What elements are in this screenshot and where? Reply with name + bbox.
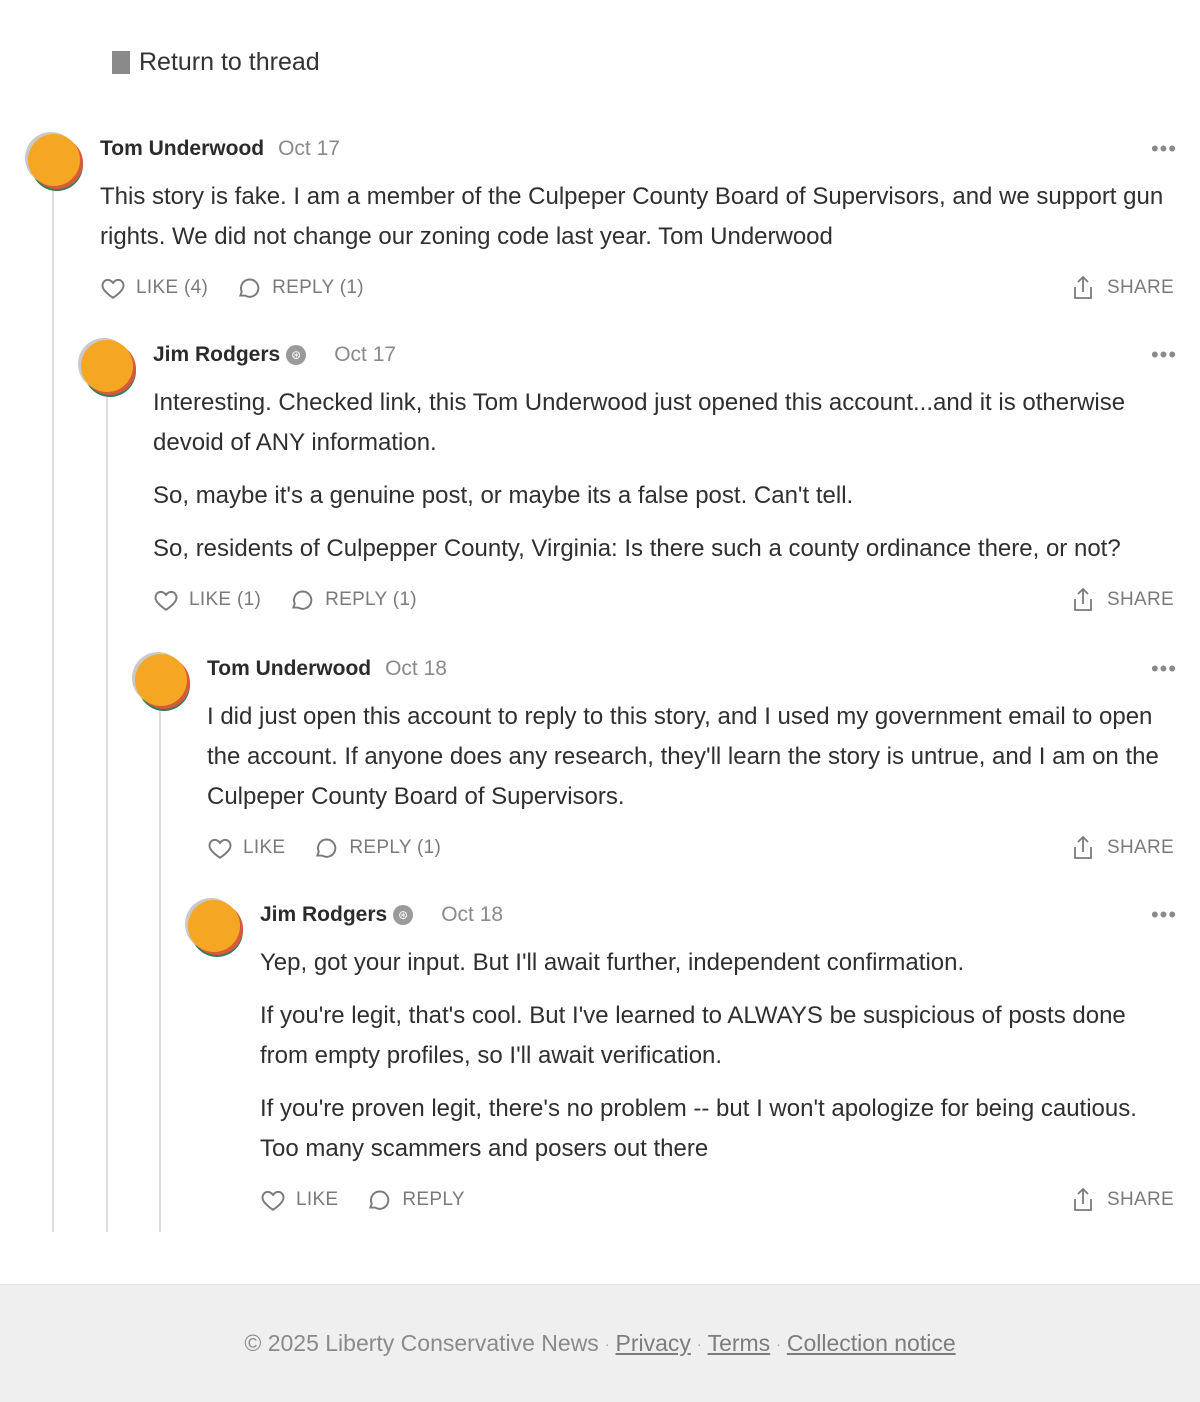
page-footer: © 2025 Liberty Conservative News · Priva… [0, 1284, 1200, 1402]
heart-icon [154, 590, 178, 611]
comment-date: Oct 18 [441, 903, 504, 926]
avatar[interactable] [81, 340, 133, 392]
more-options-icon[interactable]: ••• [1144, 654, 1184, 684]
speech-bubble-icon [239, 278, 260, 298]
reply-label: REPLY (1) [349, 837, 442, 858]
like-button[interactable]: LIKE [260, 1187, 338, 1213]
footer-separator: · [776, 1335, 781, 1352]
comment: Jim Rodgers ⊛ Oct 17 ••• Interesting. Ch… [81, 340, 1176, 615]
like-label: LIKE [243, 837, 286, 858]
like-button[interactable]: LIKE [207, 835, 285, 861]
comment-date: Oct 17 [278, 137, 340, 160]
share-button[interactable]: SHARE [1071, 1186, 1174, 1214]
footer-separator: · [604, 1335, 610, 1352]
comment-text: This story is fake. I am a member of the… [100, 183, 1164, 250]
comment-text: Yep, got your input. But I'll await furt… [260, 949, 965, 976]
like-label: LIKE [296, 1189, 339, 1210]
comment-text: So, maybe it's a genuine post, or maybe … [153, 482, 854, 509]
thread-line [52, 186, 54, 1232]
reply-label: REPLY [402, 1189, 465, 1210]
comment-author[interactable]: Tom Underwood [207, 657, 371, 681]
share-button[interactable]: SHARE [1071, 834, 1174, 862]
share-icon [1074, 1187, 1092, 1211]
thread-line [159, 706, 161, 1232]
speech-bubble-icon [369, 1190, 390, 1210]
comment-author[interactable]: Tom Underwood [100, 137, 264, 161]
reply-button[interactable]: REPLY (1) [313, 835, 441, 861]
comment: Tom Underwood Oct 18 ••• I did just open… [135, 654, 1176, 863]
comment-text: So, residents of Culpepper County, Virgi… [153, 535, 1121, 562]
avatar[interactable] [188, 900, 240, 952]
share-label: SHARE [1107, 277, 1174, 298]
comment-thread-page: Return to thread Tom Underwood Oct 17 ••… [0, 0, 1200, 1402]
privacy-link[interactable]: Privacy [615, 1330, 690, 1357]
reply-button[interactable]: REPLY [366, 1187, 465, 1213]
like-label: LIKE (1) [189, 589, 262, 610]
share-label: SHARE [1107, 837, 1174, 858]
share-button[interactable]: SHARE [1071, 274, 1174, 302]
share-label: SHARE [1107, 1189, 1174, 1210]
share-icon [1074, 275, 1092, 299]
collection-notice-link[interactable]: Collection notice [787, 1330, 956, 1357]
verified-badge-icon: ⊛ [393, 905, 414, 925]
reply-button[interactable]: REPLY (1) [236, 275, 364, 301]
share-button[interactable]: SHARE [1071, 586, 1174, 614]
back-icon [112, 50, 130, 74]
comment-author[interactable]: Jim Rodgers [260, 903, 387, 927]
share-icon [1074, 587, 1092, 611]
avatar[interactable] [135, 654, 187, 706]
comment-date: Oct 17 [334, 343, 397, 366]
share-icon [1074, 835, 1092, 859]
more-options-icon[interactable]: ••• [1144, 900, 1184, 930]
comment: Tom Underwood Oct 17 ••• This story is f… [28, 134, 1176, 303]
like-label: LIKE (4) [136, 277, 209, 298]
heart-icon [101, 278, 125, 299]
reply-label: REPLY (1) [272, 277, 364, 298]
more-options-icon[interactable]: ••• [1144, 340, 1184, 370]
return-to-thread-link[interactable]: Return to thread [112, 44, 320, 80]
copyright-text: © 2025 Liberty Conservative News [244, 1330, 599, 1356]
comment-text: I did just open this account to reply to… [207, 703, 1159, 810]
terms-link[interactable]: Terms [708, 1330, 771, 1357]
share-label: SHARE [1107, 589, 1174, 610]
thread-line [106, 392, 108, 1232]
heart-icon [261, 1190, 285, 1211]
more-options-icon[interactable]: ••• [1144, 134, 1184, 164]
footer-separator: · [696, 1335, 702, 1352]
reply-label: REPLY (1) [325, 589, 417, 610]
reply-button[interactable]: REPLY (1) [289, 587, 417, 613]
comment-date: Oct 18 [385, 657, 447, 680]
speech-bubble-icon [316, 838, 337, 858]
speech-bubble-icon [292, 590, 313, 610]
like-button[interactable]: LIKE (4) [100, 275, 208, 301]
comment-text: If you're proven legit, there's no probl… [260, 1095, 1137, 1162]
comment-author[interactable]: Jim Rodgers [153, 343, 280, 367]
comment: Jim Rodgers ⊛ Oct 18 ••• Yep, got your i… [188, 900, 1176, 1215]
like-button[interactable]: LIKE (1) [153, 587, 261, 613]
heart-icon [208, 838, 232, 859]
comment-text: If you're legit, that's cool. But I've l… [260, 1002, 1126, 1069]
avatar[interactable] [28, 134, 80, 186]
verified-badge-icon: ⊛ [286, 345, 307, 365]
comment-text: Interesting. Checked link, this Tom Unde… [153, 389, 1126, 456]
return-label: Return to thread [139, 47, 320, 76]
